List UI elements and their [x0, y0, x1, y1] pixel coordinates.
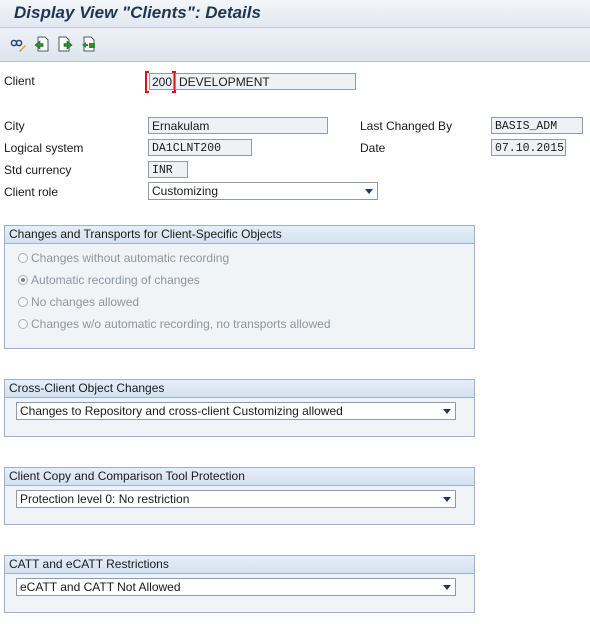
- application-toolbar: [0, 28, 590, 62]
- display-change-icon[interactable]: [10, 36, 26, 52]
- city-label: City: [4, 119, 25, 133]
- catt-group: CATT and eCATT Restrictions eCATT and CA…: [4, 555, 475, 613]
- title-bar: Display View "Clients": Details: [0, 0, 590, 28]
- copy-protection-group: Client Copy and Comparison Tool Protecti…: [4, 467, 475, 525]
- copy-protection-group-title: Client Copy and Comparison Tool Protecti…: [5, 468, 474, 486]
- radio-changes-no-transports[interactable]: Changes w/o automatic recording, no tran…: [18, 317, 331, 331]
- transports-group-title: Changes and Transports for Client-Specif…: [5, 226, 474, 244]
- chevron-down-icon[interactable]: [443, 497, 451, 502]
- cross-client-group-title: Cross-Client Object Changes: [5, 380, 474, 398]
- client-name-field[interactable]: DEVELOPMENT: [175, 73, 356, 90]
- chevron-down-icon[interactable]: [365, 189, 373, 194]
- other-entry-icon[interactable]: [81, 36, 97, 52]
- date-label: Date: [360, 141, 386, 155]
- transports-group: Changes and Transports for Client-Specif…: [4, 225, 475, 349]
- client-label: Client: [4, 74, 35, 88]
- logical-system-field[interactable]: DA1CLNT200: [148, 139, 252, 156]
- client-role-value: Customizing: [152, 184, 219, 198]
- catt-dropdown[interactable]: eCATT and CATT Not Allowed: [16, 578, 456, 596]
- radio-no-changes-allowed[interactable]: No changes allowed: [18, 295, 139, 309]
- std-currency-field[interactable]: INR: [148, 161, 188, 178]
- radio-circle-icon: [18, 297, 28, 307]
- cross-client-group: Cross-Client Object Changes Changes to R…: [4, 379, 475, 437]
- catt-group-title: CATT and eCATT Restrictions: [5, 556, 474, 574]
- radio-selected-icon: [18, 275, 28, 285]
- client-role-dropdown[interactable]: Customizing: [148, 182, 378, 200]
- last-changed-by-field[interactable]: BASIS_ADM: [491, 117, 583, 134]
- cross-client-value: Changes to Repository and cross-client C…: [20, 404, 343, 418]
- radio-circle-icon: [18, 319, 28, 329]
- chevron-down-icon[interactable]: [443, 585, 451, 590]
- radio-circle-icon: [18, 253, 28, 263]
- chevron-down-icon[interactable]: [443, 409, 451, 414]
- copy-protection-dropdown[interactable]: Protection level 0: No restriction: [16, 490, 456, 508]
- cross-client-dropdown[interactable]: Changes to Repository and cross-client C…: [16, 402, 456, 420]
- copy-protection-value: Protection level 0: No restriction: [20, 492, 190, 506]
- city-field[interactable]: Ernakulam: [148, 117, 328, 134]
- logical-system-label: Logical system: [4, 141, 84, 155]
- client-role-label: Client role: [4, 185, 59, 199]
- std-currency-label: Std currency: [4, 163, 72, 177]
- client-number-field[interactable]: 200: [149, 73, 174, 90]
- date-field[interactable]: 07.10.2015: [491, 139, 566, 156]
- previous-entry-icon[interactable]: [33, 36, 49, 52]
- page-title: Display View "Clients": Details: [14, 3, 261, 22]
- next-entry-icon[interactable]: [57, 36, 73, 52]
- last-changed-by-label: Last Changed By: [360, 119, 453, 133]
- radio-automatic-recording[interactable]: Automatic recording of changes: [18, 273, 200, 287]
- catt-value: eCATT and CATT Not Allowed: [20, 580, 181, 594]
- radio-changes-without-recording[interactable]: Changes without automatic recording: [18, 251, 229, 265]
